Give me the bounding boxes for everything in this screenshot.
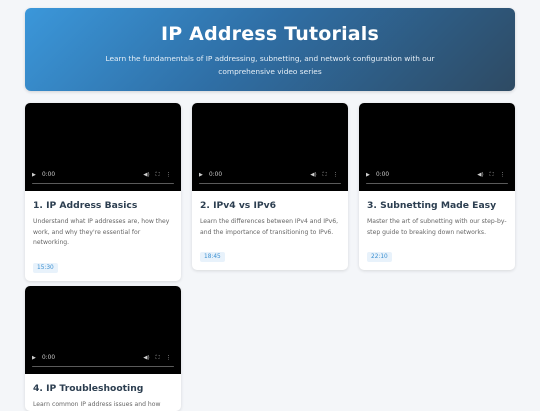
duration-badge: 18:45 [200, 252, 225, 262]
more-options-icon[interactable]: ⋮ [163, 355, 174, 361]
video-player[interactable]: ▶ 0:00 ◀) ⛶ ⋮ [25, 103, 181, 191]
volume-icon[interactable]: ◀) [475, 172, 486, 178]
more-options-icon[interactable]: ⋮ [497, 172, 508, 178]
duration-badge: 22:10 [367, 252, 392, 262]
page-title: IP Address Tutorials [160, 23, 380, 45]
video-controls: ▶ 0:00 ◀) ⛶ ⋮ [25, 352, 181, 364]
page-header: IP Address Tutorials Learn the fundament… [25, 8, 515, 91]
duration-badge: 15:30 [33, 262, 58, 273]
fullscreen-icon[interactable]: ⛶ [152, 172, 163, 179]
video-progress-bar[interactable] [32, 365, 174, 367]
play-icon[interactable]: ▶ [366, 172, 376, 178]
play-icon[interactable]: ▶ [199, 172, 209, 178]
video-controls: ▶ 0:00 ◀) ⛶ ⋮ [359, 169, 515, 181]
video-card: ▶ 0:00 ◀) ⛶ ⋮ 3. Subnetting Made Easy Ma… [359, 103, 515, 270]
video-controls: ▶ 0:00 ◀) ⛶ ⋮ [192, 169, 348, 181]
volume-icon[interactable]: ◀) [141, 172, 152, 178]
volume-icon[interactable]: ◀) [141, 355, 152, 361]
video-title: 4. IP Troubleshooting [33, 383, 144, 394]
video-time: 0:00 [376, 172, 390, 178]
video-description: Master the art of subnetting with our st… [367, 218, 507, 236]
video-time: 0:00 [209, 172, 223, 178]
video-player[interactable]: ▶ 0:00 ◀) ⛶ ⋮ [192, 103, 348, 191]
more-options-icon[interactable]: ⋮ [330, 172, 341, 178]
video-card: ▶ 0:00 ◀) ⛶ ⋮ 4. IP Troubleshooting Lear… [25, 286, 181, 411]
play-icon[interactable]: ▶ [32, 172, 42, 178]
video-description: Understand what IP addresses are, how th… [33, 218, 170, 246]
video-player[interactable]: ▶ 0:00 ◀) ⛶ ⋮ [25, 286, 181, 374]
video-title: 1. IP Address Basics [33, 200, 138, 211]
video-progress-bar[interactable] [32, 182, 174, 184]
video-player[interactable]: ▶ 0:00 ◀) ⛶ ⋮ [359, 103, 515, 191]
page-subtitle: Learn the fundamentals of IP addressing,… [105, 54, 435, 76]
video-time: 0:00 [42, 355, 56, 361]
video-title: 2. IPv4 vs IPv6 [200, 200, 277, 211]
video-description: Learn common IP address issues and how [33, 401, 161, 408]
video-title: 3. Subnetting Made Easy [367, 200, 497, 211]
video-time: 0:00 [42, 172, 56, 178]
play-icon[interactable]: ▶ [32, 355, 42, 361]
video-description: Learn the differences between IPv4 and I… [200, 218, 339, 236]
fullscreen-icon[interactable]: ⛶ [152, 355, 163, 362]
video-progress-bar[interactable] [366, 182, 508, 184]
volume-icon[interactable]: ◀) [308, 172, 319, 178]
video-progress-bar[interactable] [199, 182, 341, 184]
more-options-icon[interactable]: ⋮ [163, 172, 174, 178]
fullscreen-icon[interactable]: ⛶ [319, 172, 330, 179]
video-card: ▶ 0:00 ◀) ⛶ ⋮ 1. IP Address Basics Under… [25, 103, 181, 281]
fullscreen-icon[interactable]: ⛶ [486, 172, 497, 179]
video-controls: ▶ 0:00 ◀) ⛶ ⋮ [25, 169, 181, 181]
video-card: ▶ 0:00 ◀) ⛶ ⋮ 2. IPv4 vs IPv6 Learn the … [192, 103, 348, 270]
